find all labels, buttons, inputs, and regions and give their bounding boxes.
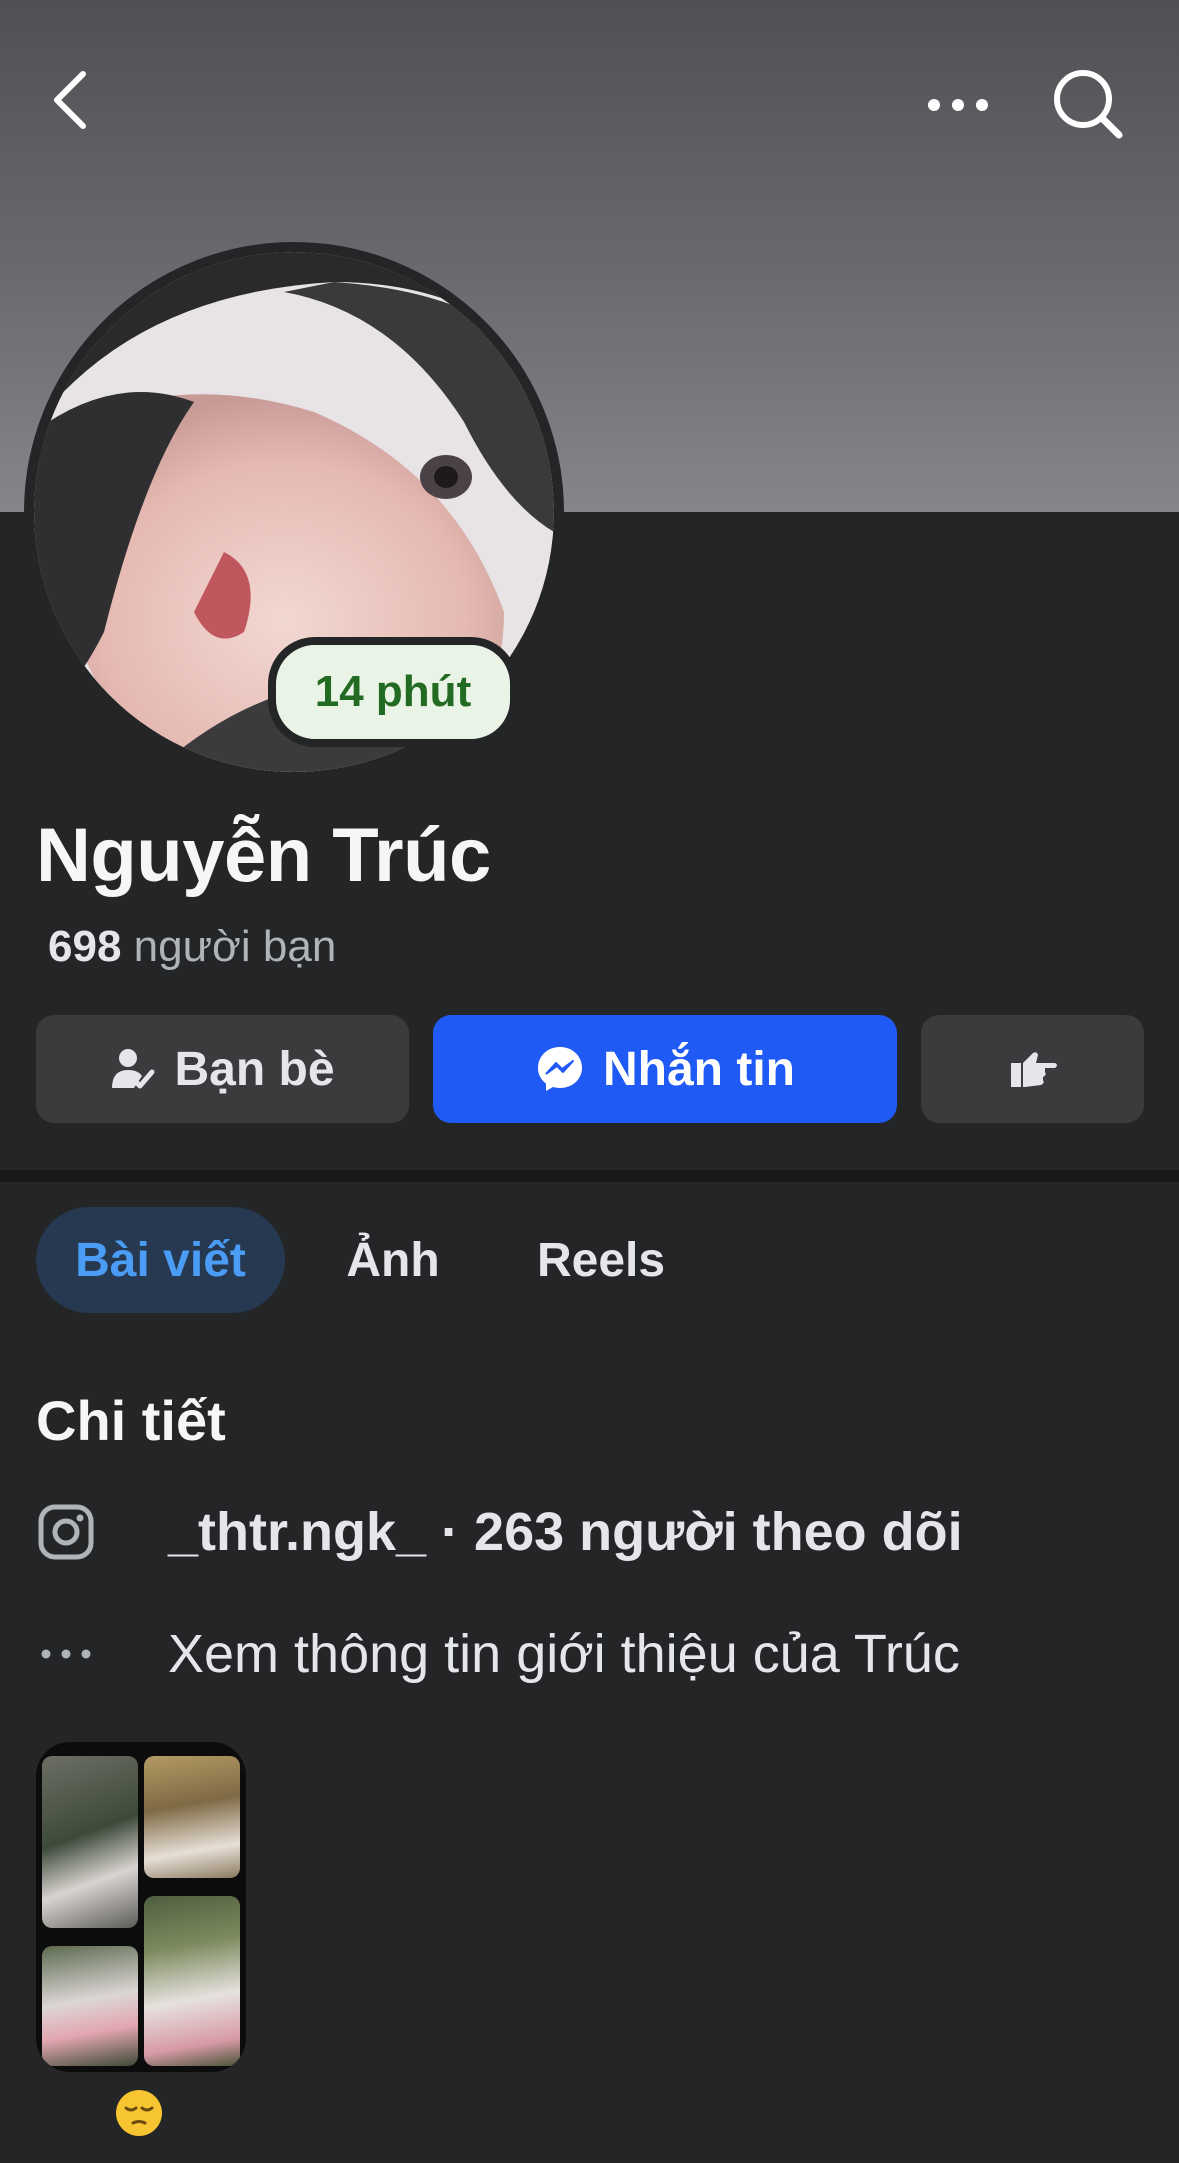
- active-status-badge: 14 phút: [268, 637, 518, 747]
- messenger-icon: [535, 1044, 585, 1094]
- featured-photo: [144, 1896, 240, 2066]
- instagram-icon: [36, 1502, 96, 1562]
- search-icon: [1054, 70, 1123, 139]
- instagram-link[interactable]: _thtr.ngk_ · 263 người theo dõi: [36, 1498, 963, 1566]
- back-button[interactable]: [36, 60, 106, 140]
- more-horizontal-icon: [928, 99, 988, 111]
- message-button[interactable]: Nhắn tin: [433, 1015, 897, 1123]
- see-about-info[interactable]: Xem thông tin giới thiệu của Trúc: [36, 1620, 960, 1688]
- friends-button-label: Bạn bè: [174, 1042, 335, 1096]
- active-status-text: 14 phút: [314, 667, 472, 716]
- tab-reels[interactable]: Reels: [506, 1207, 696, 1313]
- more-horizontal-icon: [36, 1624, 96, 1684]
- tab-photos[interactable]: Ảnh: [320, 1207, 466, 1313]
- tab-posts[interactable]: Bài viết: [36, 1207, 285, 1313]
- featured-collection[interactable]: [36, 1742, 246, 2072]
- message-button-label: Nhắn tin: [603, 1042, 795, 1096]
- see-about-text: Xem thông tin giới thiệu của Trúc: [168, 1624, 960, 1684]
- search-button[interactable]: [1046, 62, 1130, 146]
- friends-count-number: 698: [48, 922, 122, 971]
- featured-photo: [42, 1756, 138, 1928]
- details-title: Chi tiết: [36, 1389, 226, 1452]
- chevron-left-icon: [54, 71, 86, 129]
- instagram-handle-text: _thtr.ngk_ · 263 người theo dõi: [168, 1502, 963, 1562]
- featured-photo: [42, 1946, 138, 2066]
- friends-button[interactable]: Bạn bè: [36, 1015, 409, 1123]
- poke-button[interactable]: [921, 1015, 1144, 1123]
- more-options-button[interactable]: [918, 70, 998, 140]
- profile-name: Nguyễn Trúc: [36, 813, 491, 898]
- sleepy-face-emoji-icon: [116, 2090, 162, 2136]
- featured-photo: [144, 1756, 240, 1878]
- friend-check-icon: [110, 1046, 156, 1092]
- section-divider: [0, 1170, 1179, 1182]
- friends-count-label: người bạn: [133, 922, 337, 971]
- featured-caption-emoji: [113, 2087, 165, 2139]
- friends-count[interactable]: 698 người bạn: [48, 922, 336, 972]
- poke-hand-icon: [1007, 1049, 1059, 1089]
